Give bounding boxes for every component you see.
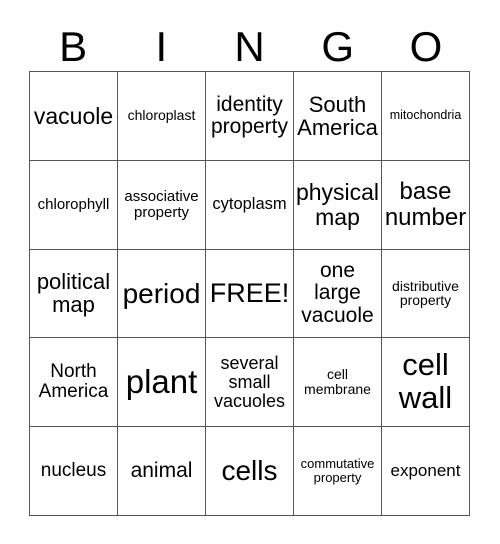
bingo-cell[interactable]: chlorophyll <box>30 160 118 250</box>
bingo-cell[interactable]: associative property <box>118 160 206 250</box>
bingo-cell[interactable]: cell wall <box>382 338 470 428</box>
bingo-cell-label: exponent <box>390 461 461 481</box>
bingo-cell[interactable]: North America <box>30 338 118 428</box>
bingo-cell-label: animal <box>130 458 193 482</box>
bingo-cell-label: cytoplasm <box>212 194 287 213</box>
bingo-header-letter-o: O <box>409 22 443 70</box>
bingo-cell-label: cells <box>221 455 278 487</box>
bingo-cell-label: nucleus <box>40 460 107 482</box>
bingo-cell[interactable]: distributive property <box>382 249 470 339</box>
bingo-header-row: B I N G O <box>29 22 470 71</box>
bingo-grid: vacuole chloroplast identity property South… <box>29 71 470 516</box>
bingo-cell[interactable]: cells <box>206 427 294 516</box>
bingo-cell-label: FREE! <box>209 278 290 309</box>
bingo-cell[interactable]: base number <box>382 160 470 250</box>
bingo-cell[interactable]: political map <box>30 249 118 339</box>
bingo-cell[interactable]: several small vacuoles <box>206 338 294 428</box>
bingo-cell-label: identity property <box>210 92 289 138</box>
bingo-cell[interactable]: vacuole <box>30 72 118 161</box>
bingo-cell-label: chloroplast <box>127 107 196 124</box>
bingo-cell[interactable]: commutative property <box>294 427 382 516</box>
bingo-cell[interactable]: chloroplast <box>118 72 206 161</box>
bingo-cell[interactable]: period <box>118 249 206 339</box>
bingo-cell-label: South America <box>297 91 378 140</box>
bingo-cell[interactable]: plant <box>118 338 206 428</box>
bingo-cell[interactable]: cytoplasm <box>206 160 294 250</box>
bingo-cell[interactable]: cell membrane <box>294 338 382 428</box>
bingo-cell-label: political map <box>36 269 111 318</box>
bingo-cell[interactable]: identity property <box>206 72 294 161</box>
bingo-cell[interactable]: one large vacuole <box>294 249 382 339</box>
bingo-cell-label: base number <box>384 178 467 231</box>
bingo-cell-label: cell membrane <box>304 366 371 398</box>
bingo-cell-label: cell wall <box>398 347 453 416</box>
bingo-header-letter-i: I <box>155 22 168 70</box>
bingo-cell[interactable]: South America <box>294 72 382 161</box>
bingo-header-letter-n: N <box>234 22 265 70</box>
bingo-cell-label: vacuole <box>33 102 114 129</box>
bingo-cell[interactable]: animal <box>118 427 206 516</box>
bingo-cell[interactable]: mitochondria <box>382 72 470 161</box>
bingo-header-letter-b: B <box>59 22 88 70</box>
bingo-cell[interactable]: nucleus <box>30 427 118 516</box>
bingo-header-letter-g: G <box>321 22 355 70</box>
bingo-cell-label: period <box>122 277 201 309</box>
bingo-cell[interactable]: FREE! <box>206 249 294 339</box>
bingo-cell-label: one large vacuole <box>301 259 374 327</box>
bingo-cell-label: mitochondria <box>389 108 462 123</box>
bingo-cell-label: physical map <box>295 179 380 230</box>
bingo-card: B I N G O vacuole chloroplast identity pro… <box>0 0 500 544</box>
bingo-cell-label: associative property <box>124 187 199 221</box>
bingo-cell-label: commutative property <box>300 456 375 486</box>
bingo-cell-label: North America <box>38 361 109 403</box>
bingo-cell-label: distributive property <box>392 277 459 309</box>
bingo-cell[interactable]: physical map <box>294 160 382 250</box>
bingo-cell-label: plant <box>125 362 198 400</box>
bingo-cell-label: several small vacuoles <box>213 352 286 411</box>
bingo-cell-label: chlorophyll <box>37 195 110 213</box>
bingo-cell[interactable]: exponent <box>382 427 470 516</box>
